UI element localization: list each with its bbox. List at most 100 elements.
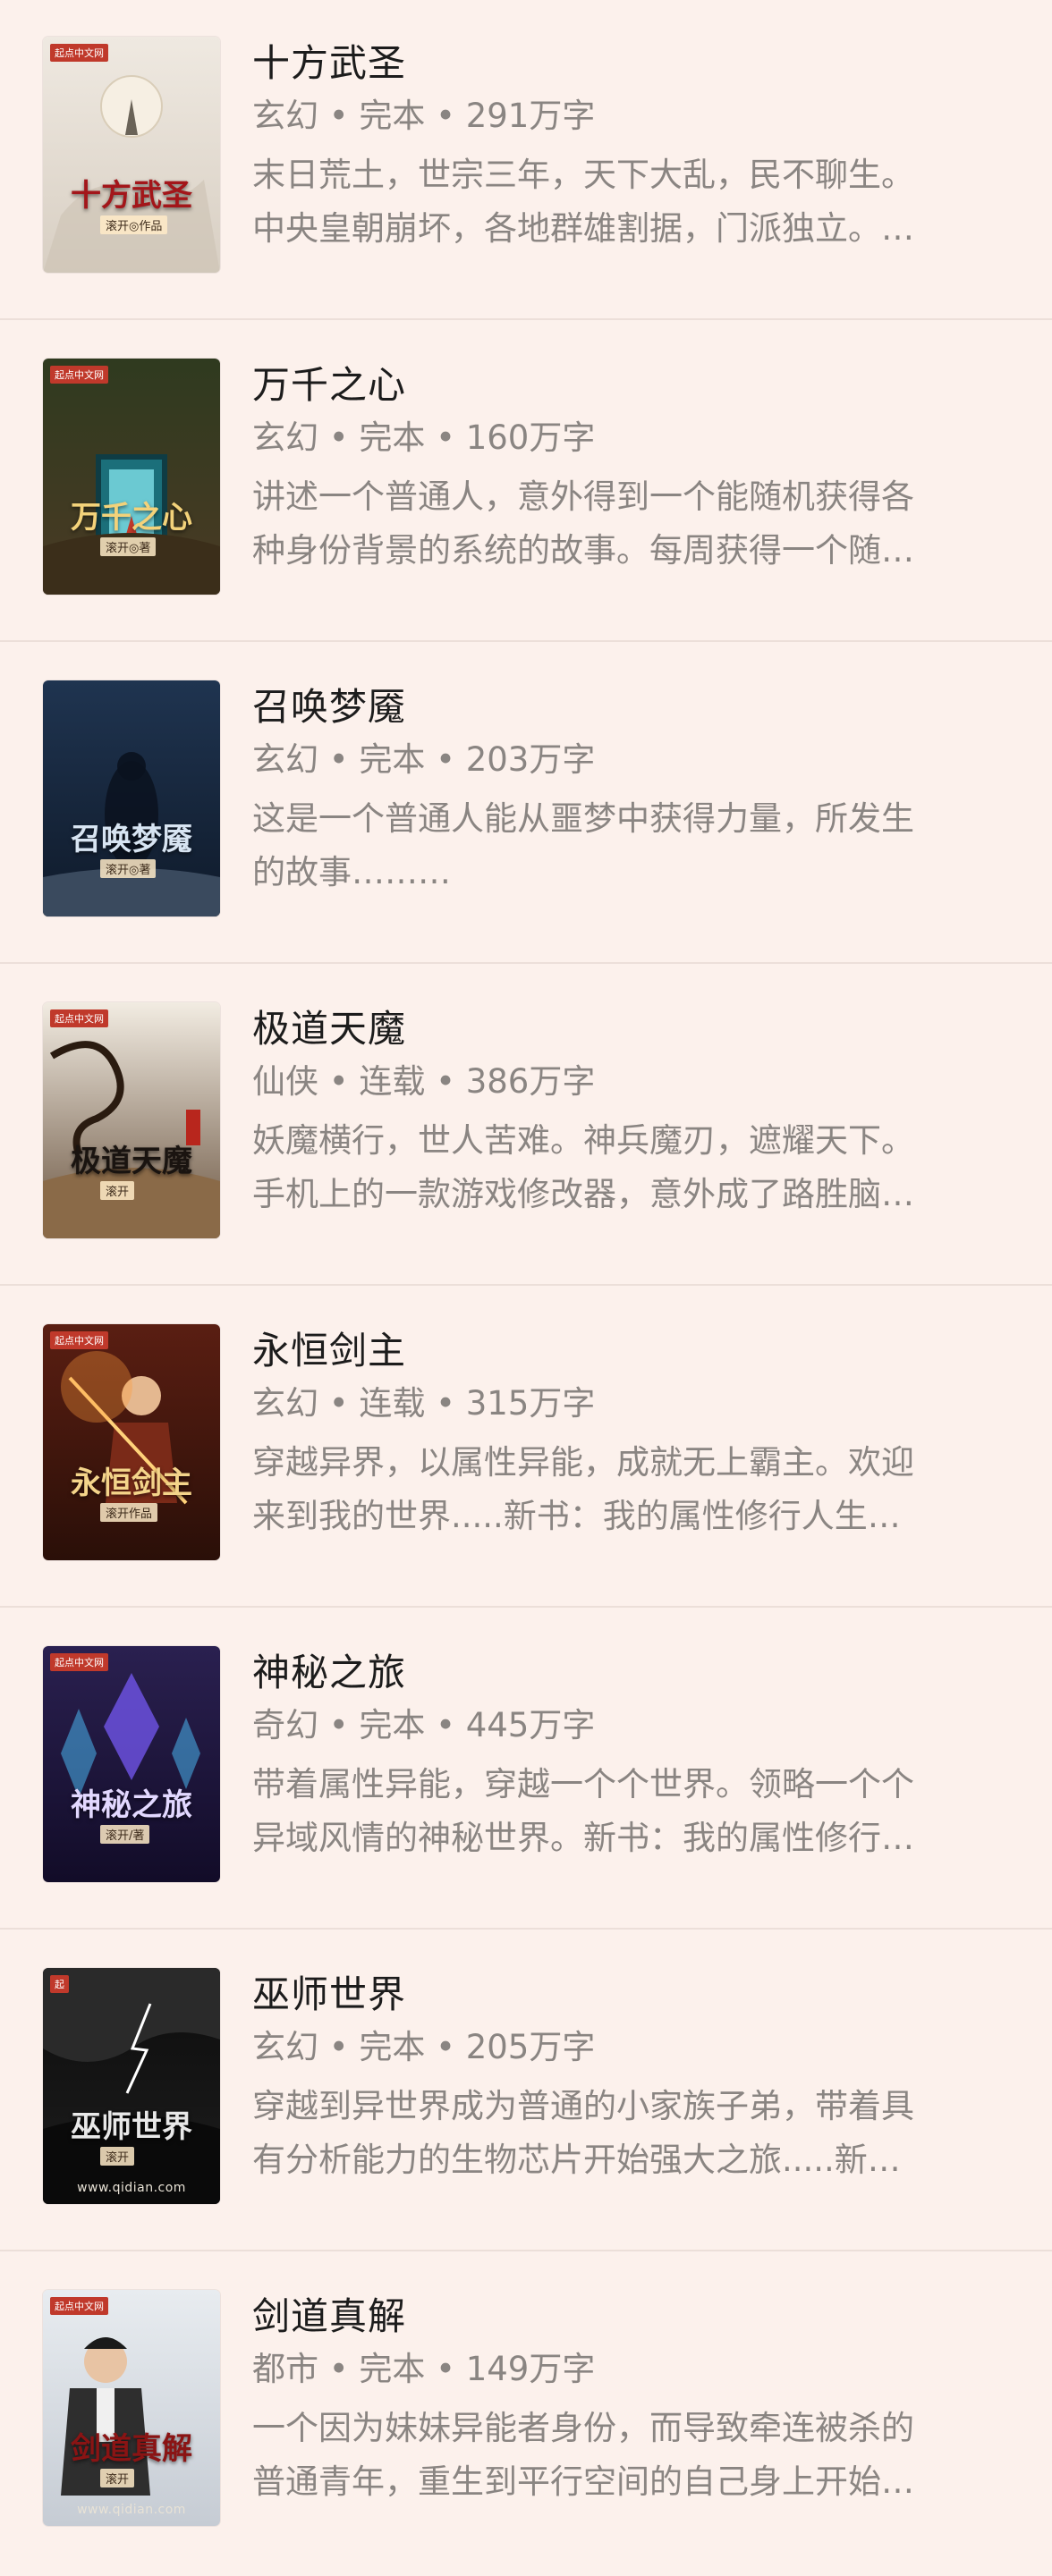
book-description-line: 来到我的世界.....新书：我的属性修行人生… [252, 1497, 901, 1535]
book-info: 万千之心玄幻 • 完本 • 160万字讲述一个普通人，意外得到一个能随机获得各种… [252, 361, 1022, 578]
book-cover[interactable]: 起点中文网剑道真解滚开 www.qidian.com [43, 2290, 220, 2526]
cover-author: 滚开/著 [100, 1825, 150, 1844]
book-title[interactable]: 永恒剑主 [252, 1327, 1022, 1375]
book-meta: 玄幻 • 完本 • 160万字 [252, 418, 596, 457]
cover-title: 极道天魔 [71, 1144, 192, 1179]
book-info: 十方武圣 玄幻 • 完本 • 291万字 末日荒土，世宗三年，天下大乱，民不聊生。中… [252, 39, 1022, 256]
cover-art [43, 1968, 220, 2204]
cover-author: 滚开 [100, 2469, 135, 2487]
cover-art [43, 2290, 220, 2526]
book-description-line: 穿越到异世界成为普通的小家族子弟，带着具 [252, 2087, 914, 2125]
cover-title: 万千之心 [71, 500, 192, 536]
book-meta: 玄幻 • 完本 • 205万字 [252, 2028, 596, 2066]
cover-author: 滚开 [100, 1181, 135, 1200]
cover-publisher-logo: 起点中文网 [50, 1331, 108, 1349]
cover-title: 巫师世界 [71, 2109, 192, 2145]
cover-art [43, 1324, 220, 1560]
book-cover[interactable]: 召唤梦魇滚开◎著 [43, 680, 220, 916]
book-list-item[interactable]: 起点中文网 神秘之旅 滚开/著 神秘之旅 奇幻 • 完本 • 445万字 带着属性异能，穿… [0, 1609, 1052, 1931]
book-list-item[interactable]: 起点中文网 永恒剑主 滚开作品 永恒剑主 玄幻 • 连载 • 315万字 穿越异界，以属性… [0, 1288, 1052, 1609]
book-description: 这是一个普通人能从噩梦中获得力量，所发生 的故事……… [252, 792, 1022, 899]
cover-author: 滚开◎作品 [100, 215, 168, 234]
cover-title: 神秘之旅 [71, 1787, 192, 1823]
book-cover[interactable]: 起点中文网十方武圣 滚开◎作品 [43, 37, 220, 273]
cover-title: 永恒剑主 [71, 1465, 192, 1501]
book-info: 极道天魔仙侠 • 连载 • 386万字妖魔横行，世人苦难。神兵魔刃，遮耀天下。手… [252, 1005, 1022, 1221]
book-meta: 奇幻 • 完本 • 445万字 [252, 1706, 596, 1744]
book-list: 起点中文网 十方武圣 滚开◎作品 十方武圣 玄幻 • 完本 • 291万字 末日荒土，世宗… [0, 0, 1052, 2576]
cover-publisher-logo: 起点中文网 [50, 2297, 108, 2315]
book-title[interactable]: 极道天魔 [252, 1005, 1022, 1053]
book-cover[interactable]: 起点中文网万千之心 滚开◎著 [43, 359, 220, 595]
book-list-item[interactable]: 起点中文网 剑道真解 滚开 www.qidian.com 剑道真解 都市 • 完本 • 1… [0, 2253, 1052, 2575]
list-divider [0, 640, 1052, 642]
book-cover[interactable]: 起点中文网永恒剑主滚开作品 [43, 1324, 220, 1560]
cover-publisher-logo: 起点中文网 [50, 1009, 108, 1027]
book-list-item[interactable]: 起巫师世界 滚开 www.qidian.com 巫师世界 玄幻 • 完本 • 205万字… [0, 1931, 1052, 2253]
book-cover[interactable]: 起点中文网神秘之旅滚开/著 [43, 1646, 220, 1882]
book-cover[interactable]: 起巫师世界滚开 www.qidian.com [43, 1968, 220, 2204]
cover-author: 滚开◎著 [100, 537, 157, 556]
book-description-line: 讲述一个普通人，意外得到一个能随机获得各 [252, 477, 914, 516]
book-description-line: 普通青年，重生到平行空间的自己身上开始… [252, 2462, 914, 2501]
cover-publisher-logo: 起点中文网 [50, 1653, 108, 1671]
book-list-item[interactable]: 起点中文网 十方武圣 滚开◎作品 十方武圣 玄幻 • 完本 • 291万字 末日荒土，世宗… [0, 0, 1052, 322]
cover-art [43, 359, 220, 595]
cover-author: 滚开◎著 [100, 859, 157, 878]
book-title[interactable]: 万千之心 [252, 361, 1022, 410]
book-description-line: 手机上的一款游戏修改器，意外成了路胜脑… [252, 1175, 914, 1213]
book-description-line: 种身份背景的系统的故事。每周获得一个随… [252, 531, 914, 570]
book-description-line: 这是一个普通人能从噩梦中获得力量，所发生 [252, 799, 914, 838]
book-description-line: 一个因为妹妹异能者身份，而导致牵连被杀的 [252, 2409, 914, 2447]
book-info: 神秘之旅奇幻 • 完本 • 445万字带着属性异能，穿越一个个世界。领略一个个异… [252, 1649, 1022, 1865]
book-title[interactable]: 十方武圣 [252, 39, 1022, 88]
book-title[interactable]: 召唤梦魇 [252, 683, 1022, 731]
book-list-item[interactable]: 起点中文网 极道天魔 滚开 极道天魔 仙侠 • 连载 • 386万字 妖魔横行，世人苦难。… [0, 966, 1052, 1288]
book-description-line: 中央皇朝崩坏，各地群雄割据，门派独立。… [252, 209, 914, 248]
cover-title: 召唤梦魇 [71, 822, 192, 857]
list-divider [0, 2250, 1052, 2251]
book-title[interactable]: 剑道真解 [252, 2293, 1022, 2341]
book-description-line: 有分析能力的生物芯片开始强大之旅.....新… [252, 2141, 901, 2179]
book-description: 讲述一个普通人，意外得到一个能随机获得各 种身份背景的系统的故事。每周获得一个随… [252, 470, 1022, 578]
book-description-line: 妖魔横行，世人苦难。神兵魔刃，遮耀天下。 [252, 1121, 914, 1160]
book-description-line: 异域风情的神秘世界。新书：我的属性修行… [252, 1819, 914, 1857]
book-cover[interactable]: 起点中文网极道天魔滚开 [43, 1002, 220, 1238]
cover-publisher-logo: 起点中文网 [50, 366, 108, 384]
book-description: 穿越到异世界成为普通的小家族子弟，带着具 有分析能力的生物芯片开始强大之旅....… [252, 2080, 1022, 2187]
book-info: 剑道真解 都市 • 完本 • 149万字 一个因为妹妹异能者身份，而导致牵连被杀的普… [252, 2293, 1022, 2509]
list-divider [0, 1928, 1052, 1930]
cover-author: 滚开 [100, 2147, 135, 2166]
book-description: 一个因为妹妹异能者身份，而导致牵连被杀的 普通青年，重生到平行空间的自己身上开始… [252, 2402, 1022, 2509]
cover-art [43, 680, 220, 916]
cover-art [43, 1646, 220, 1882]
cover-site-url: www.qidian.com [77, 2503, 186, 2517]
book-description: 带着属性异能，穿越一个个世界。领略一个个 异域风情的神秘世界。新书：我的属性修行… [252, 1758, 1022, 1865]
book-description: 末日荒土，世宗三年，天下大乱，民不聊生。 中央皇朝崩坏，各地群雄割据，门派独立。… [252, 148, 1022, 256]
book-list-item[interactable]: 起点中文网 万千之心 滚开◎著 万千之心 玄幻 • 完本 • 160万字 讲述一个普通人，… [0, 322, 1052, 644]
book-meta: 玄幻 • 完本 • 203万字 [252, 740, 596, 779]
list-divider [0, 1284, 1052, 1286]
book-title[interactable]: 神秘之旅 [252, 1649, 1022, 1697]
book-description-line: 带着属性异能，穿越一个个世界。领略一个个 [252, 1765, 914, 1803]
book-title[interactable]: 巫师世界 [252, 1971, 1022, 2019]
book-description: 妖魔横行，世人苦难。神兵魔刃，遮耀天下。 手机上的一款游戏修改器，意外成了路胜脑… [252, 1114, 1022, 1221]
book-description: 穿越异界，以属性异能，成就无上霸主。欢迎 来到我的世界.....新书：我的属性修行… [252, 1436, 1022, 1543]
cover-author: 滚开作品 [100, 1503, 158, 1522]
book-info: 巫师世界玄幻 • 完本 • 205万字穿越到异世界成为普通的小家族子弟，带着具有… [252, 1971, 1022, 2187]
book-description-line: 穿越异界，以属性异能，成就无上霸主。欢迎 [252, 1443, 914, 1482]
cover-art [43, 1002, 220, 1238]
book-meta: 仙侠 • 连载 • 386万字 [252, 1062, 596, 1101]
book-list-item[interactable]: 召唤梦魇 滚开◎著 召唤梦魇 玄幻 • 完本 • 203万字 这是一个普通人能从噩梦中获… [0, 644, 1052, 966]
cover-site-url: www.qidian.com [77, 2181, 186, 2195]
cover-title: 剑道真解 [71, 2431, 192, 2467]
cover-publisher-logo: 起点中文网 [50, 44, 108, 62]
cover-art [43, 37, 220, 273]
cover-publisher-logo: 起 [50, 1975, 69, 1993]
cover-title: 十方武圣 [71, 178, 192, 214]
list-divider [0, 962, 1052, 964]
book-meta: 玄幻 • 连载 • 315万字 [252, 1384, 596, 1423]
book-description-line: 末日荒土，世宗三年，天下大乱，民不聊生。 [252, 156, 914, 194]
book-info: 召唤梦魇玄幻 • 完本 • 203万字这是一个普通人能从噩梦中获得力量，所发生的… [252, 683, 1022, 899]
book-info: 永恒剑主玄幻 • 连载 • 315万字穿越异界，以属性异能，成就无上霸主。欢迎来… [252, 1327, 1022, 1543]
